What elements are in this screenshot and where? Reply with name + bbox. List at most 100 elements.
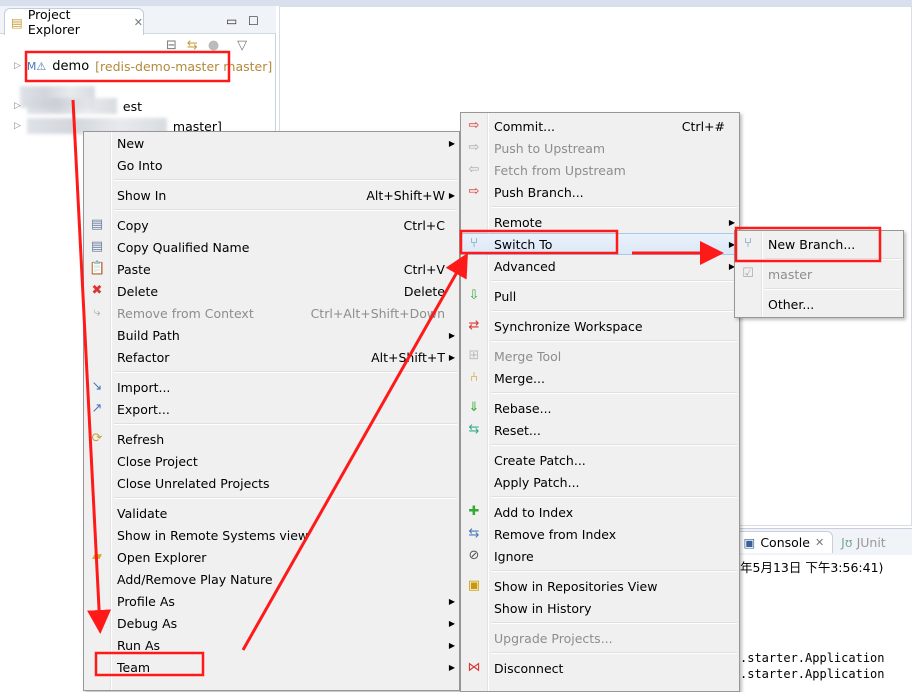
menu-item-debug-as[interactable]: Debug As ▶ [84,612,459,634]
menu-item-label: Paste [117,261,151,277]
maximize-icon[interactable]: ☐ [248,14,259,28]
menu-separator [461,493,739,501]
menu-item-rebase[interactable]: ⇓ Rebase... [461,397,739,419]
menu-item-new[interactable]: New ▶ [84,132,459,154]
menu-item-synchronize-workspace[interactable]: ⇄ Synchronize Workspace [461,315,739,337]
tree-item-label: est [122,98,143,114]
refresh-icon: ⟳ [91,431,103,446]
minimize-icon[interactable]: ▭ [226,14,237,28]
tree-item-demo[interactable]: ▷ M⚠ demo [redis-demo-master master] [14,56,272,76]
menu-item-build-path[interactable]: Build Path ▶ [84,324,459,346]
menu-item-show-in-remote-systems-view[interactable]: Show in Remote Systems view [84,524,459,546]
menu-separator [735,255,903,263]
tab-junit[interactable]: Jʊ JUnit [841,535,886,550]
explorer-toolbar: ⊟ ⇆ ● ▽ [166,38,247,53]
menu-item-label: Reset... [494,422,541,438]
menu-item-refactor[interactable]: Refactor Alt+Shift+T ▶ [84,346,459,368]
menu-separator [461,649,739,657]
menu-item-show-in[interactable]: Show In Alt+Shift+W ▶ [84,184,459,206]
add-index-icon: ✚ [468,504,480,519]
link-with-editor-icon[interactable]: ⇆ [187,38,198,53]
menu-item-apply-patch[interactable]: Apply Patch... [461,471,739,493]
menu-item-create-patch[interactable]: Create Patch... [461,449,739,471]
tab-title: Project Explorer [27,7,80,37]
menu-item-label: Export... [117,401,170,417]
menu-item-label: Delete [117,283,159,299]
view-menu-icon[interactable]: ▽ [237,38,247,53]
project-repo: [redis-demo-master master] [95,58,273,74]
menu-item-paste[interactable]: 📋 Paste Ctrl+V [84,258,459,280]
expand-icon[interactable]: ▷ [14,101,21,111]
close-icon[interactable]: ✕ [134,16,143,29]
menu-item-push-branch[interactable]: ⇨ Push Branch... [461,181,739,203]
filter-icon[interactable]: ● [208,38,219,53]
menu-item-delete[interactable]: ✖ Delete Delete [84,280,459,302]
menu-item-go-into[interactable]: Go Into [84,154,459,176]
menu-item-remote[interactable]: Remote ▶ [461,211,739,233]
menu-item-add-remove-play-nature[interactable]: Add/Remove Play Nature [84,568,459,590]
tree-item-2[interactable]: ▷ est [14,96,142,116]
menu-item-add-to-index[interactable]: ✚ Add to Index [461,501,739,523]
menu-item-close-unrelated-projects[interactable]: Close Unrelated Projects [84,472,459,494]
shortcut-label: Ctrl+C [403,217,445,233]
menu-item-copy[interactable]: ▤ Copy Ctrl+C [84,214,459,236]
menu-item-run-as[interactable]: Run As ▶ [84,634,459,656]
menu-item-label: New Branch... [768,236,856,252]
menu-item-label: Refactor [117,349,170,365]
menu-item-ignore[interactable]: ⊘ Ignore [461,545,739,567]
tab-project-explorer[interactable]: ▤ Project Explorer ✕ [4,7,144,37]
menu-item-show-in-history[interactable]: Show in History [461,597,739,619]
menu-item-advanced[interactable]: Advanced ▶ [461,255,739,277]
menu-item-team[interactable]: Team ▶ [84,656,459,678]
ignore-icon: ⊘ [468,548,480,563]
menu-item-merge[interactable]: ⑃ Merge... [461,367,739,389]
menu-item-close-project[interactable]: Close Project [84,450,459,472]
menu-item-disconnect[interactable]: ⋈ Disconnect [461,657,739,679]
menu-item-label: Rebase... [494,400,552,416]
menu-item-pull[interactable]: ⇩ Pull [461,285,739,307]
close-icon[interactable]: ✕ [815,536,824,549]
menu-item-commit[interactable]: ⇨ Commit... Ctrl+# [461,115,739,137]
menu-item-new-branch[interactable]: ⑂ New Branch... [735,233,903,255]
push-upstream-icon: ⇨ [468,140,480,155]
expand-icon[interactable]: ▷ [14,121,21,131]
commit-icon: ⇨ [468,118,480,133]
menu-item-reset[interactable]: ⇆ Reset... [461,419,739,441]
menu-separator [84,368,459,376]
rebase-icon: ⇓ [468,400,480,415]
menu-item-label: New [117,135,145,151]
tab-console[interactable]: ▣ Console ✕ [734,531,834,553]
menu-item-validate[interactable]: Validate [84,502,459,524]
menu-item-label: Add/Remove Play Nature [117,571,273,587]
menu-item-label: Validate [117,505,168,521]
shortcut-label: Delete [403,283,445,299]
menu-item-import[interactable]: ↘ Import... [84,376,459,398]
menu-separator [735,285,903,293]
menu-separator [461,307,739,315]
shortcut-label: Ctrl+# [681,118,725,134]
menu-item-copy-qualified-name[interactable]: ▤ Copy Qualified Name [84,236,459,258]
collapse-all-icon[interactable]: ⊟ [166,38,177,53]
menu-item-profile-as[interactable]: Profile As ▶ [84,590,459,612]
menu-item-label: Copy Qualified Name [117,239,250,255]
junit-tab-label: JUnit [856,534,886,550]
menu-item-remove-from-index[interactable]: ⇆ Remove from Index [461,523,739,545]
menu-item-show-in-repositories-view[interactable]: ▣ Show in Repositories View [461,575,739,597]
submenu-arrow-icon: ▶ [448,330,455,340]
menu-separator [461,337,739,345]
menu-item-refresh[interactable]: ⟳ Refresh [84,428,459,450]
menu-item-master: ☑ master [735,263,903,285]
menu-item-other[interactable]: Other... [735,293,903,315]
menu-item-push-to-upstream: ⇨ Push to Upstream [461,137,739,159]
menu-item-label: Team [117,659,151,675]
menu-item-export[interactable]: ↗ Export... [84,398,459,420]
menu-item-label: Merge Tool [494,348,562,364]
console-icon: ▣ [743,535,756,550]
expand-icon[interactable]: ▷ [14,61,21,71]
junit-icon: Jʊ [841,534,853,550]
menu-item-label: Add to Index [494,504,574,520]
menu-item-label: Remove from Index [494,526,617,542]
menu-item-switch-to[interactable]: ⑂ Switch To ▶ [461,233,739,255]
menu-item-open-explorer[interactable]: ▰ Open Explorer [84,546,459,568]
menu-item-label: Remote [494,214,543,230]
